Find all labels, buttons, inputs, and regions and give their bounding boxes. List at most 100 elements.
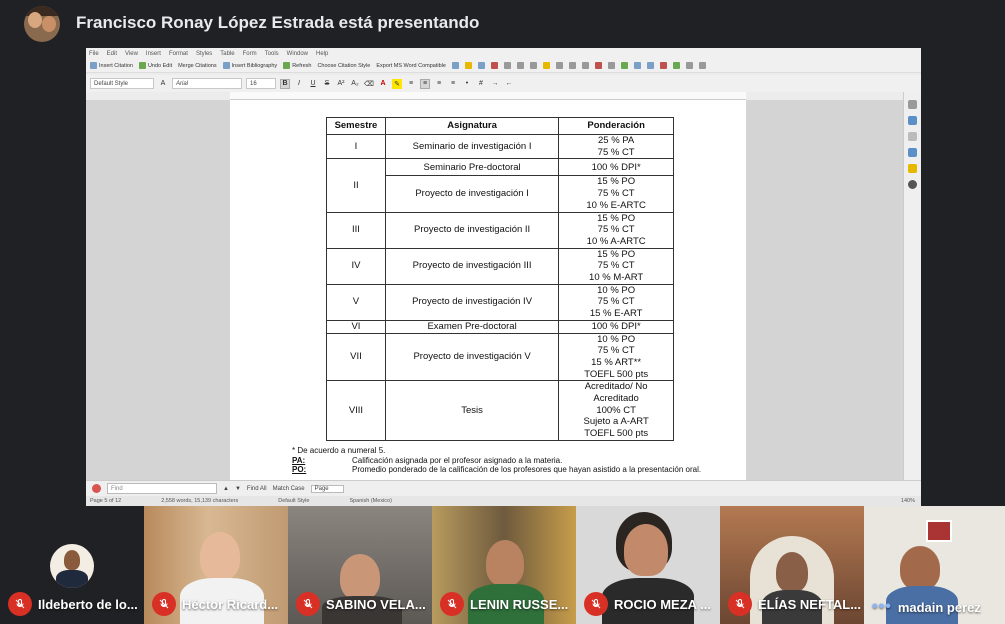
export-word-button[interactable]: Export MS Word Compatible [376,63,446,69]
participant-tile[interactable]: Héctor Ricard... [144,506,288,624]
editor-menubar: File Edit View Insert Format Styles Table Form T… [86,48,921,59]
close-find-icon[interactable] [92,484,101,493]
open-folder-icon[interactable] [464,62,472,69]
font-color-button[interactable]: A [378,79,388,89]
save-icon[interactable] [477,62,485,69]
bullets-button[interactable]: • [462,79,472,89]
insert-table-icon[interactable] [620,62,628,69]
indent-button[interactable]: → [490,79,500,89]
refresh-button[interactable]: Refresh [283,62,311,69]
status-bar: Page 5 of 12 2,558 words, 15,139 charact… [86,496,921,506]
highlight-button[interactable]: ✎ [392,78,402,89]
match-case-checkbox[interactable]: Match Case [273,486,305,492]
font-name-select[interactable]: Arial [172,78,242,89]
participant-tile[interactable]: Ildeberto de lo... [0,506,144,624]
menu-item-tools[interactable]: Tools [265,51,279,57]
italic-button[interactable]: I [294,79,304,89]
menu-item-edit[interactable]: Edit [107,51,117,57]
print-icon[interactable] [503,62,511,69]
subscript-button[interactable]: A₂ [350,79,360,89]
navigator-icon[interactable] [908,164,917,173]
document-area[interactable]: Semestre Asignatura Ponderación I Semina… [86,100,903,480]
update-style-icon[interactable]: A [158,79,168,89]
menu-item-format[interactable]: Format [169,51,188,57]
insert-image-icon[interactable] [633,62,641,69]
cell-semestre: VI [326,319,386,334]
gallery-icon[interactable] [908,148,917,157]
find-input[interactable]: Find [107,483,217,494]
undo-edit-button[interactable]: Undo Edit [138,62,172,69]
header-asignatura: Asignatura [384,117,560,135]
cell-asignatura: Proyecto de investigación I [384,175,560,213]
participant-tile[interactable]: ELÍAS NEFTAL... [720,506,864,624]
copy-icon[interactable] [529,62,537,69]
zoom-level[interactable]: 140% [901,498,921,504]
cut-icon[interactable] [516,62,524,69]
merge-citations-button[interactable]: Merge Citations [178,63,217,69]
participant-tile[interactable]: SABINO VELA... [288,506,432,624]
strikethrough-button[interactable]: S [322,79,332,89]
cell-semestre: VIII [326,380,386,441]
export-pdf-icon[interactable] [490,62,498,69]
align-center-button[interactable]: ≡ [420,78,430,89]
new-document-icon[interactable] [451,62,459,69]
superscript-button[interactable]: A² [336,79,346,89]
cell-semestre: III [326,211,386,249]
bold-button[interactable]: B [280,78,290,89]
menu-item-view[interactable]: View [125,51,138,57]
menu-item-help[interactable]: Help [316,51,328,57]
shared-screen[interactable]: File Edit View Insert Format Styles Table Form T… [86,48,921,506]
properties-icon[interactable] [908,100,917,109]
insert-chart-icon[interactable] [646,62,654,69]
find-replace-icon[interactable] [581,62,589,69]
participant-tile[interactable]: ROCIO MEZA ... [576,506,720,624]
document-page[interactable]: Semestre Asignatura Ponderación I Semina… [230,100,746,480]
font-size-select[interactable]: 16 [246,78,276,89]
spelling-icon[interactable] [594,62,602,69]
fontwork-icon[interactable] [659,62,667,69]
formatting-marks-icon[interactable] [607,62,615,69]
find-next-icon[interactable]: ▼ [235,486,241,492]
insert-citation-button[interactable]: Insert Citation [90,62,133,69]
styles-icon[interactable] [908,132,917,141]
clear-formatting-button[interactable]: ⌫ [364,79,374,89]
table-row: VIII Tesis Acreditado/ No Acreditado 100… [326,380,674,441]
citation-icon [90,62,97,69]
menu-item-file[interactable]: File [89,51,99,57]
link-icon[interactable] [698,62,706,69]
page-icon[interactable] [908,116,917,125]
mic-off-icon [584,592,608,616]
special-character-icon[interactable] [685,62,693,69]
menu-item-window[interactable]: Window [287,51,308,57]
align-left-button[interactable]: ≡ [406,79,416,89]
table-row: II Seminario Pre-doctoral 100 % DPI* [326,158,674,213]
insert-field-icon[interactable] [672,62,680,69]
numbering-button[interactable]: # [476,79,486,89]
underline-button[interactable]: U [308,79,318,89]
outdent-button[interactable]: ← [504,79,514,89]
mic-off-icon [728,592,752,616]
redo-icon[interactable] [568,62,576,69]
mic-off-icon [8,592,32,616]
justify-button[interactable]: ≡ [448,79,458,89]
table-row: IV Proyecto de investigación III 15 % PO… [326,247,674,285]
paragraph-style-select[interactable]: Default Style [90,78,154,89]
paste-icon[interactable] [542,62,550,69]
find-previous-icon[interactable]: ▲ [223,486,229,492]
menu-item-form[interactable]: Form [243,51,257,57]
participant-tile[interactable]: LENIN RUSSE... [432,506,576,624]
menu-item-insert[interactable]: Insert [146,51,161,57]
footnote-key: PA: [292,455,306,465]
citation-style-button[interactable]: Choose Citation Style [317,63,370,69]
grading-table: Semestre Asignatura Ponderación I Semina… [326,117,674,441]
horizontal-ruler[interactable] [230,92,746,100]
participant-tile[interactable]: ••• madain perez [864,506,1005,624]
find-all-button[interactable]: Find All [247,486,267,492]
menu-item-table[interactable]: Table [220,51,234,57]
insert-bibliography-button[interactable]: Insert Bibliography [222,62,277,69]
search-scope-select[interactable]: Page [310,484,344,493]
menu-item-styles[interactable]: Styles [196,51,212,57]
align-right-button[interactable]: ≡ [434,79,444,89]
manage-changes-icon[interactable] [908,180,917,189]
undo-icon[interactable] [555,62,563,69]
